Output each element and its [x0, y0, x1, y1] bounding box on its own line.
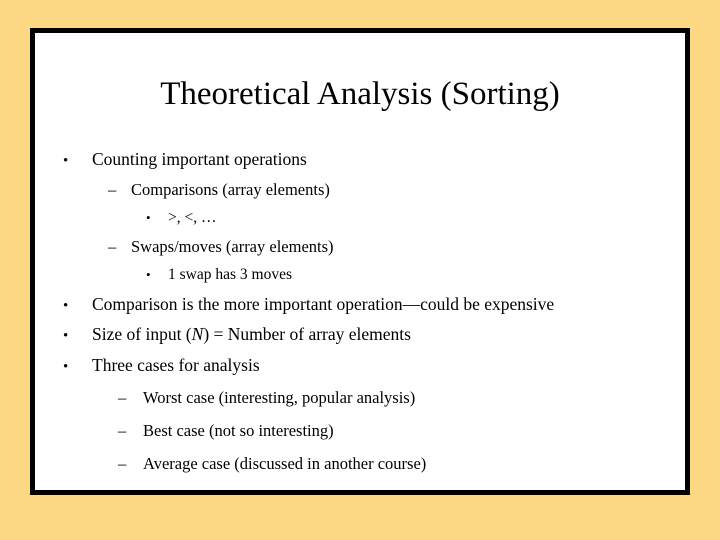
dash-marker-icon: –: [118, 388, 127, 407]
bullet-item: • >, <, …: [54, 204, 675, 233]
dash-marker-icon: –: [118, 454, 127, 473]
bullet-label: 1 swap has 3 moves: [168, 266, 292, 283]
bullet-item: • 1 swap has 3 moves: [54, 261, 675, 290]
dash-marker-icon: –: [108, 236, 117, 256]
bullet-label: Worst case (interesting, popular analysi…: [143, 388, 416, 407]
bullet-label: Swaps/moves (array elements): [131, 236, 334, 256]
bullet-item: – Comparisons (array elements): [54, 176, 675, 205]
slide-body: • Counting important operations – Compar…: [54, 145, 675, 480]
dash-marker-icon: –: [118, 421, 127, 440]
bullet-label: >, <, …: [168, 209, 217, 226]
bullet-label: Comparison is the more important operati…: [92, 293, 555, 314]
bullet-label: Counting important operations: [92, 149, 307, 169]
bullet-label: Comparisons (array elements): [131, 179, 330, 199]
bullet-item: – Swaps/moves (array elements): [54, 233, 675, 262]
bullet-item: – Best case (not so interesting): [54, 414, 675, 447]
bullet-label-suffix: ) = Number of array elements: [203, 324, 411, 344]
variable-n: N: [191, 324, 204, 344]
bullet-item: • Comparison is the more important opera…: [54, 290, 675, 321]
bullet-label: Average case (discussed in another cours…: [143, 454, 427, 473]
bullet-item: • Size of input (N) = Number of array el…: [54, 320, 675, 351]
bullet-label: Three cases for analysis: [92, 354, 260, 375]
bullet-label-prefix: Size of input (: [92, 324, 192, 344]
bullet-item: • Three cases for analysis: [54, 351, 675, 382]
bullet-item: • Counting important operations: [54, 145, 675, 176]
slide-frame: Theoretical Analysis (Sorting) • Countin…: [30, 28, 690, 495]
bullet-item: – Average case (discussed in another cou…: [54, 447, 675, 480]
bullet-marker-icon: •: [146, 210, 151, 225]
bullet-marker-icon: •: [63, 358, 69, 375]
dash-marker-icon: –: [108, 179, 117, 199]
bullet-label: Size of input (N) = Number of array elem…: [92, 320, 411, 349]
bullet-marker-icon: •: [63, 328, 69, 344]
bullet-item: – Worst case (interesting, popular analy…: [54, 381, 675, 414]
bullet-marker-icon: •: [63, 297, 69, 314]
bullet-label: Best case (not so interesting): [143, 421, 334, 440]
bullet-marker-icon: •: [146, 267, 151, 282]
bullet-marker-icon: •: [63, 153, 69, 169]
slide-title: Theoretical Analysis (Sorting): [160, 76, 560, 112]
